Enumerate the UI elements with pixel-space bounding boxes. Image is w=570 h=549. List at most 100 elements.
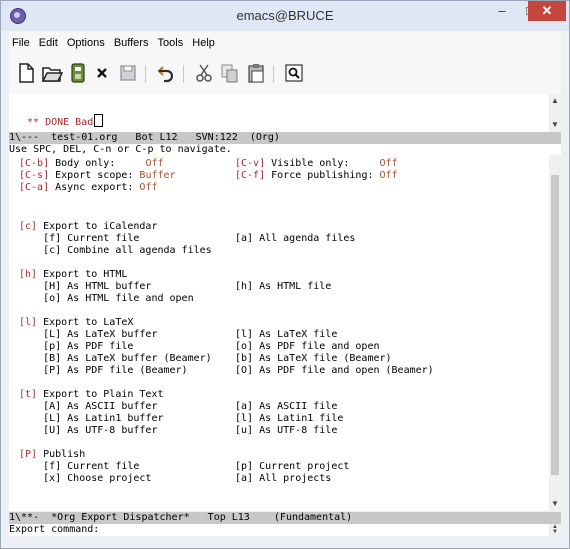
- title-bar[interactable]: emacs@BRUCE – □ ✕: [1, 1, 569, 31]
- export-dispatcher-buffer[interactable]: [C-b] Body only: Off [C-v] Visible only:…: [9, 155, 549, 511]
- section-key[interactable]: [c]: [19, 221, 37, 232]
- option-label: Force publishing:: [265, 170, 380, 181]
- minibuffer-scrollbar[interactable]: ▲ ▼: [549, 524, 561, 536]
- export-item[interactable]: [a] All agenda files: [235, 233, 355, 244]
- export-item[interactable]: [p] As PDF file: [19, 341, 133, 352]
- scroll-updown-icon[interactable]: ▲ ▼: [549, 524, 561, 535]
- minimize-button[interactable]: –: [488, 1, 516, 21]
- section-heading: [t] Export to Plain Text: [19, 389, 164, 400]
- scrollbar-thumb[interactable]: [551, 175, 559, 475]
- menu-buffers[interactable]: Buffers: [111, 32, 152, 54]
- search-icon[interactable]: [283, 62, 305, 84]
- menu-edit[interactable]: Edit: [36, 32, 61, 54]
- open-folder-icon[interactable]: [41, 62, 63, 84]
- option-label: Export scope:: [49, 170, 140, 181]
- export-item[interactable]: [h] As HTML file: [235, 281, 331, 292]
- option-value: Off: [379, 170, 398, 181]
- undo-icon[interactable]: [155, 62, 177, 84]
- menu-tools[interactable]: Tools: [155, 32, 187, 54]
- section-title: Export to Plain Text: [37, 389, 164, 400]
- export-item[interactable]: [P] As PDF file (Beamer): [19, 365, 188, 376]
- option-row: [C-a] Async export: Off: [19, 182, 157, 193]
- heading-text: Bad: [69, 117, 94, 128]
- save-as-icon[interactable]: [117, 62, 139, 84]
- option-key[interactable]: [C-a]: [19, 182, 49, 193]
- export-item[interactable]: [o] As HTML file and open: [19, 293, 194, 304]
- window-title: emacs@BRUCE: [236, 8, 334, 23]
- scroll-up-icon[interactable]: ▲: [549, 96, 561, 106]
- option-value: Buffer: [139, 170, 176, 181]
- export-item[interactable]: [l] As Latin1 file: [235, 413, 343, 424]
- emacs-window: emacs@BRUCE – □ ✕ File Edit Options Buff…: [0, 0, 570, 549]
- export-item[interactable]: [O] As PDF file and open (Beamer): [235, 365, 434, 376]
- export-item[interactable]: [L] As Latin1 buffer: [19, 413, 163, 424]
- export-item[interactable]: [a] All projects: [235, 473, 331, 484]
- option-key[interactable]: [C-b]: [19, 158, 49, 169]
- option-label: Async export:: [49, 182, 140, 193]
- option-key[interactable]: [C-s]: [19, 170, 49, 181]
- section-title: Export to HTML: [37, 269, 128, 280]
- save-icon[interactable]: [67, 62, 89, 84]
- menu-options[interactable]: Options: [64, 32, 108, 54]
- new-file-icon[interactable]: [15, 62, 37, 84]
- cut-icon[interactable]: [193, 62, 215, 84]
- upper-scrollbar[interactable]: ▲ ▼: [549, 94, 561, 132]
- section-title: Export to LaTeX: [37, 317, 134, 328]
- export-item[interactable]: [A] As ASCII buffer: [19, 401, 157, 412]
- org-heading-line: ** DONE Bad: [27, 114, 104, 128]
- option-value: Off: [145, 158, 164, 169]
- option-row: [C-b] Body only: Off: [19, 158, 164, 169]
- export-item[interactable]: [o] As PDF file and open: [235, 341, 380, 352]
- section-heading: [c] Export to iCalendar: [19, 221, 157, 232]
- section-key[interactable]: [P]: [19, 449, 37, 460]
- scroll-down-icon[interactable]: ▼: [549, 120, 561, 130]
- menu-bar: File Edit Options Buffers Tools Help: [9, 32, 561, 54]
- export-item[interactable]: [L] As LaTeX buffer: [19, 329, 157, 340]
- section-title: Publish: [37, 449, 86, 460]
- export-item[interactable]: [B] As LaTeX buffer (Beamer): [19, 353, 212, 364]
- paste-icon[interactable]: [245, 62, 267, 84]
- section-heading: [h] Export to HTML: [19, 269, 127, 280]
- export-item[interactable]: [f] Current file: [19, 233, 139, 244]
- option-value: Off: [379, 158, 398, 169]
- todo-keyword: DONE: [45, 117, 70, 128]
- export-item[interactable]: [c] Combine all agenda files: [19, 245, 212, 256]
- option-key[interactable]: [C-f]: [235, 170, 265, 181]
- section-key[interactable]: [l]: [19, 317, 37, 328]
- heading-stars: **: [27, 117, 46, 128]
- lower-scrollbar[interactable]: ▲ ▼: [549, 155, 561, 511]
- menu-file[interactable]: File: [9, 32, 33, 54]
- toolbar-separator: [183, 65, 184, 83]
- option-value: Off: [139, 182, 158, 193]
- export-item[interactable]: [H] As HTML buffer: [19, 281, 151, 292]
- close-buffer-icon[interactable]: [91, 62, 113, 84]
- lower-mode-line[interactable]: 1\**- *Org Export Dispatcher* Top L13 (F…: [9, 512, 561, 524]
- echo-area: Use SPC, DEL, C-n or C-p to navigate.: [9, 144, 561, 155]
- export-item[interactable]: [U] As UTF-8 buffer: [19, 425, 157, 436]
- section-key[interactable]: [t]: [19, 389, 37, 400]
- toolbar-separator: [145, 65, 146, 83]
- close-button[interactable]: ✕: [528, 1, 566, 21]
- option-row: [C-s] Export scope: Buffer: [19, 170, 176, 181]
- menu-help[interactable]: Help: [189, 32, 218, 54]
- org-buffer[interactable]: ** DONE Bad: [9, 94, 549, 132]
- section-key[interactable]: [h]: [19, 269, 37, 280]
- export-item[interactable]: [f] Current file: [19, 461, 139, 472]
- export-item[interactable]: [u] As UTF-8 file: [235, 425, 337, 436]
- upper-mode-line[interactable]: 1\--- test-01.org Bot L12 SVN:122 (Org): [9, 132, 561, 144]
- tool-bar: [9, 54, 561, 94]
- export-item[interactable]: [l] As LaTeX file: [235, 329, 337, 340]
- export-item[interactable]: [p] Current project: [235, 461, 349, 472]
- section-heading: [l] Export to LaTeX: [19, 317, 133, 328]
- export-item[interactable]: [x] Choose project: [19, 473, 151, 484]
- section-heading: [P] Publish: [19, 449, 85, 460]
- option-row: [C-v] Visible only: Off: [235, 158, 398, 169]
- export-item[interactable]: [b] As LaTeX file (Beamer): [235, 353, 392, 364]
- toolbar-separator: [273, 65, 274, 83]
- minibuffer-prompt[interactable]: Export command:: [9, 524, 549, 536]
- text-cursor: [94, 114, 104, 127]
- scroll-down-icon[interactable]: ▼: [549, 499, 561, 509]
- option-key[interactable]: [C-v]: [235, 158, 265, 169]
- export-item[interactable]: [a] As ASCII file: [235, 401, 337, 412]
- copy-icon[interactable]: [219, 62, 241, 84]
